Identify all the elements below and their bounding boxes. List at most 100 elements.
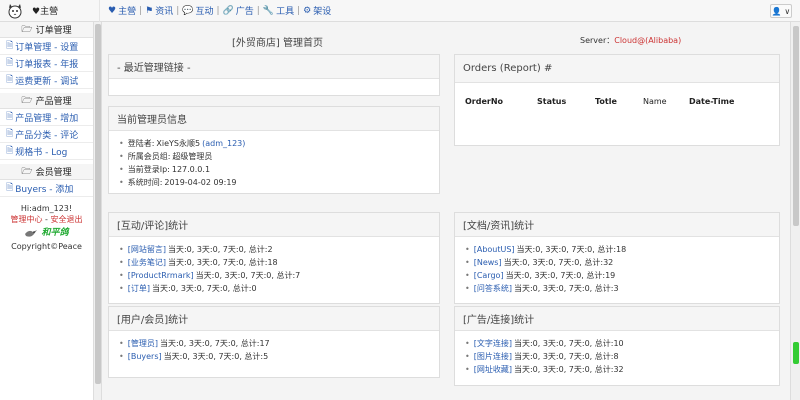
nav-news[interactable]: ⚑ 资讯 (145, 4, 173, 18)
admin-info-row: • 所属会员组: 超级管理员 (119, 152, 213, 161)
dove-icon (25, 230, 38, 237)
stats-link[interactable]: [Buyers] (128, 350, 162, 363)
stats-row: • [网址收藏] 当天:0, 3天:0, 7天:0, 总计:32 (465, 363, 624, 376)
stats-link[interactable]: [News] (474, 256, 502, 269)
scroll-indicator (793, 342, 799, 364)
stats-link[interactable]: [图片连接] (474, 350, 512, 363)
stats-row: • [业务笔记] 当天:0, 3天:0, 7天:0, 总计:18 (119, 256, 278, 269)
stats-link[interactable]: [网站留言] (128, 243, 166, 256)
user-stats-title: [用户/会员]统计 (109, 307, 439, 331)
user-stats-panel: [用户/会员]统计 • [管理员] 当天:0, 3天:0, 7天:0, 总计:17 … (108, 306, 440, 378)
brand-script-text: 和平鸽 (41, 227, 69, 238)
flag-icon: ⚑ (145, 5, 154, 16)
orders-table-header: OrderNo Status Totle Name Date-Time (455, 83, 779, 106)
admin-info-title: 当前管理员信息 (109, 107, 439, 131)
top-nav: ♥ 主營 | ⚑ 资讯 | 💬 互动 | 🔗 广告 | 🔧 工具 | ⚙ 架设 (108, 4, 332, 18)
logout-link[interactable]: 安全退出 (50, 215, 82, 224)
peace-logo: 和平鸽 (0, 227, 93, 239)
stats-link[interactable]: [ProductRrmark] (128, 269, 194, 282)
stats-row: • [Cargo] 当天:0, 3天:0, 7天:0, 总计:19 (465, 269, 616, 282)
stats-row: • [文字连接] 当天:0, 3天:0, 7天:0, 总计:10 (465, 337, 624, 350)
hi-user-text: Hi:adm_123! (20, 204, 73, 213)
stats-link[interactable]: [网址收藏] (474, 363, 512, 376)
doc-stats-title: [文档/资讯]统计 (455, 213, 779, 237)
sidebar-group-products[interactable]: 🗁 产品管理 (0, 93, 93, 109)
nav-tools[interactable]: 🔧 工具 (262, 4, 294, 18)
folder-open-icon: 🗁 (21, 24, 33, 35)
top-bar: ♥主營 ♥ 主營 | ⚑ 资讯 | 💬 互动 | 🔗 广告 | 🔧 工具 | ⚙ 架设 👤 … (0, 0, 800, 22)
cat-logo-icon (4, 2, 26, 20)
sidebar-item-spec-log[interactable]: 🗎 规格书 - Log (0, 143, 93, 160)
admin-account-link[interactable]: (adm_123) (202, 137, 245, 150)
sidebar-item-product-add[interactable]: 🗎 产品管理 - 增加 (0, 109, 93, 126)
nav-setup[interactable]: ⚙ 架设 (303, 4, 331, 18)
main-scrollbar[interactable] (790, 22, 800, 400)
stats-link[interactable]: [问答系统] (474, 282, 512, 295)
document-icon: 🗎 (6, 112, 14, 122)
stats-link[interactable]: [Cargo] (474, 269, 504, 282)
document-icon: 🗎 (6, 75, 14, 85)
folder-open-icon: 🗁 (21, 95, 33, 106)
document-icon: 🗎 (6, 146, 14, 156)
wrench-icon: 🔧 (262, 5, 275, 16)
col-status: Status (537, 97, 567, 106)
copyright-text: Copyright©Peace (11, 242, 82, 251)
stats-link[interactable]: [AboutUS] (474, 243, 515, 256)
doc-stats-panel: [文档/资讯]统计 • [AboutUS] 当天:0, 3天:0, 7天:0, 总计… (454, 212, 780, 304)
stats-row: • [ProductRrmark] 当天:0, 3天:0, 7天:0, 总计:7 (119, 269, 301, 282)
stats-row: • [图片连接] 当天:0, 3天:0, 7天:0, 总计:8 (465, 350, 619, 363)
col-totle: Totle (595, 97, 617, 106)
stats-link[interactable]: [文字连接] (474, 337, 512, 350)
brand-home-label[interactable]: ♥主營 (32, 4, 58, 17)
stats-link[interactable]: [业务笔记] (128, 256, 166, 269)
admin-center-link[interactable]: 管理中心 (11, 215, 43, 224)
interact-stats-title: [互动/评论]统计 (109, 213, 439, 237)
document-icon: 🗎 (6, 129, 14, 139)
sidebar-item-order-settings[interactable]: 🗎 订单管理 - 设置 (0, 38, 93, 55)
stats-link[interactable]: [管理员] (128, 337, 158, 350)
server-info: Server：Cloud@(Alibaba) (580, 36, 682, 45)
stats-row: • [管理员] 当天:0, 3天:0, 7天:0, 总计:17 (119, 337, 270, 350)
sidebar-group-orders[interactable]: 🗁 订单管理 (0, 22, 93, 38)
col-date-time: Date-Time (689, 97, 735, 106)
user-menu-button[interactable]: 👤 ∨ (770, 4, 792, 18)
recent-links-panel: - 最近管理链接 - (108, 54, 440, 96)
stats-row: • [News] 当天:0, 3天:0, 7天:0, 总计:32 (465, 256, 614, 269)
stats-link[interactable]: [订单] (128, 282, 150, 295)
orders-title: Orders (Report) # (455, 55, 779, 83)
ad-stats-panel: [广告/连接]统计 • [文字连接] 当天:0, 3天:0, 7天:0, 总计:10… (454, 306, 780, 386)
link-icon: 🔗 (222, 5, 234, 16)
gears-icon: ⚙ (303, 5, 312, 16)
col-name: Name (643, 97, 667, 106)
col-order-no: OrderNo (465, 97, 504, 106)
stats-row: • [AboutUS] 当天:0, 3天:0, 7天:0, 总计:18 (465, 243, 627, 256)
sidebar-item-product-category[interactable]: 🗎 产品分类 - 评论 (0, 126, 93, 143)
orders-panel: Orders (Report) # OrderNo Status Totle N… (454, 54, 780, 146)
admin-info-row: • 当前登录Ip: 127.0.0.1 (119, 165, 211, 174)
sidebar: 🗁 订单管理 🗎 订单管理 - 设置 🗎 订单报表 - 年报 🗎 运费更新 - 调试 🗁… (0, 22, 94, 400)
document-icon: 🗎 (6, 41, 14, 51)
sidebar-group-members[interactable]: 🗁 会员管理 (0, 164, 93, 180)
brand[interactable]: ♥主營 (0, 0, 100, 22)
sidebar-item-order-report[interactable]: 🗎 订单报表 - 年报 (0, 55, 93, 72)
recent-links-title: - 最近管理链接 - (109, 55, 439, 79)
admin-info-panel: 当前管理员信息 • 登陆者: XieYS永顺5 (adm_123) • 所属会员组: … (108, 106, 440, 194)
document-icon: 🗎 (6, 183, 14, 193)
heart-icon: ♥ (108, 5, 117, 16)
document-icon: 🗎 (6, 58, 14, 68)
nav-ads[interactable]: 🔗 广告 (222, 4, 254, 18)
sidebar-scrollbar-thumb[interactable] (95, 24, 101, 384)
main-scrollbar-thumb[interactable] (793, 26, 799, 226)
stats-row: • [问答系统] 当天:0, 3天:0, 7天:0, 总计:3 (465, 282, 619, 295)
sidebar-user-info: Hi:adm_123! 管理中心 - 安全退出 和平鸽 Copyright©Pe… (0, 203, 93, 252)
sidebar-item-buyers-add[interactable]: 🗎 Buyers - 添加 (0, 180, 93, 197)
ad-stats-title: [广告/连接]统计 (455, 307, 779, 331)
interact-stats-panel: [互动/评论]统计 • [网站留言] 当天:0, 3天:0, 7天:0, 总计:2 … (108, 212, 440, 304)
server-value: Cloud@(Alibaba) (614, 36, 682, 45)
admin-info-row: • 系统时间: 2019-04-02 09:19 (119, 178, 237, 187)
nav-home[interactable]: ♥ 主營 (108, 4, 136, 18)
sidebar-scrollbar[interactable] (94, 22, 102, 400)
main-content: [外贸商店] 管理首页 Server：Cloud@(Alibaba) - 最近管… (102, 22, 790, 400)
nav-interact[interactable]: 💬 互动 (182, 4, 213, 18)
sidebar-item-shipping-update[interactable]: 🗎 运费更新 - 调试 (0, 72, 93, 89)
